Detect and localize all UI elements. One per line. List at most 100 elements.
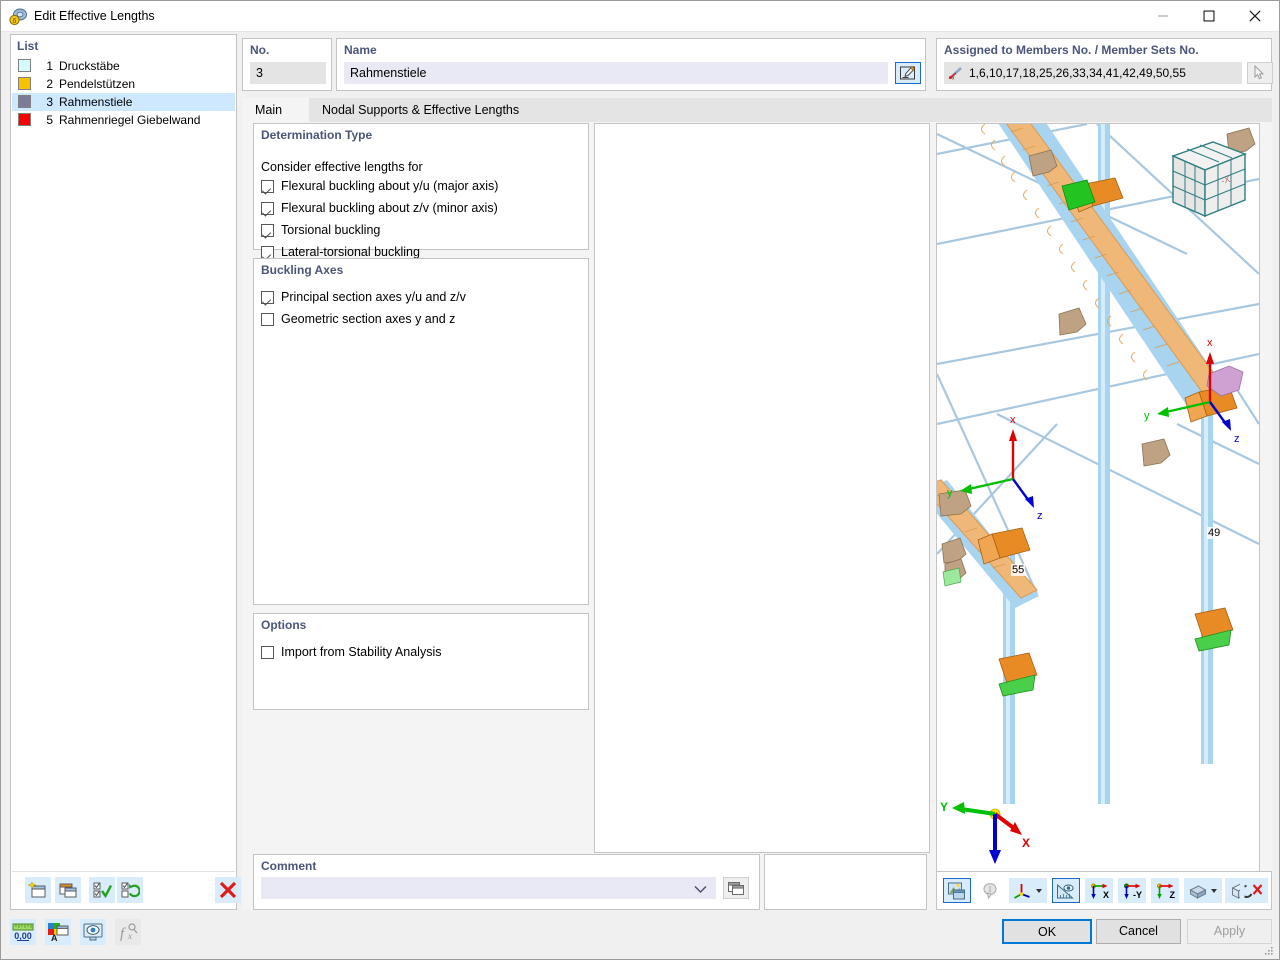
list-panel: List 1 Druckstäbe 2 Pendelstützen 3 Rahmens…: [10, 34, 241, 910]
view-x-button[interactable]: X: [1085, 878, 1113, 903]
comment-input[interactable]: [261, 877, 716, 899]
list-items[interactable]: 1 Druckstäbe 2 Pendelstützen 3 Rahmenstiele…: [12, 57, 235, 871]
checkbox-lateral-torsional-buckling-label: Lateral-torsional buckling: [281, 245, 420, 259]
tab-main[interactable]: Main: [242, 98, 309, 122]
checkbox-torsional-buckling-label: Torsional buckling: [281, 223, 381, 237]
name-input[interactable]: [344, 62, 888, 84]
svg-text:x: x: [952, 76, 955, 82]
no-field-group: No.: [242, 38, 332, 91]
list-header: List: [17, 39, 39, 53]
view-x-caption: X: [1102, 890, 1109, 900]
checkbox-flexural-buckling-zv[interactable]: [261, 202, 274, 215]
no-input[interactable]: [250, 62, 326, 84]
apply-button: Apply: [1187, 919, 1272, 944]
chevron-down-icon[interactable]: [694, 883, 707, 897]
checkbox-import-from-stability-analysis[interactable]: [261, 646, 274, 659]
member-number-label: 49: [1207, 527, 1222, 539]
view-z-button[interactable]: Z: [1151, 878, 1179, 903]
list-item[interactable]: 1 Druckstäbe: [12, 57, 235, 75]
check-all-button[interactable]: [89, 877, 115, 903]
checkbox-principal-section-axes[interactable]: [261, 291, 274, 304]
title-bar: 6 Edit Effective Lengths: [1, 1, 1279, 32]
svg-text:X: X: [1022, 836, 1030, 850]
color-swatch: [18, 59, 31, 72]
checkbox-flexural-buckling-zv-label: Flexural buckling about z/v (minor axis): [281, 201, 498, 215]
svg-text:f: f: [120, 926, 126, 942]
buckling-axes-group: Buckling Axes Principal section axes y/u…: [253, 258, 589, 605]
svg-text:A: A: [51, 933, 58, 942]
chevron-down-icon[interactable]: [1036, 888, 1042, 893]
checkbox-torsional-buckling[interactable]: [261, 224, 274, 237]
view-settings-button[interactable]: [80, 919, 106, 945]
copy-item-button[interactable]: [55, 877, 81, 903]
axes-display-button[interactable]: [1009, 878, 1047, 903]
view3d-toolbar: I X -Y Z: [936, 871, 1272, 910]
list-item-number: 2: [46, 77, 53, 91]
model-3d-graphic[interactable]: -X x y z x y z Y X: [937, 124, 1259, 886]
comment-side-panel: [764, 854, 927, 910]
list-item[interactable]: 5 Rahmenriegel Giebelwand: [12, 111, 235, 129]
cancel-button[interactable]: Cancel: [1096, 919, 1181, 944]
minimize-button[interactable]: [1140, 1, 1186, 31]
comment-list-icon[interactable]: [723, 877, 749, 899]
svg-text:x: x: [127, 931, 132, 941]
measure-button[interactable]: [1052, 878, 1080, 903]
checkbox-geometric-section-axes[interactable]: [261, 313, 274, 326]
model-3d-scene[interactable]: -X x y z x y z Y X 55 49: [937, 124, 1259, 886]
effective-lengths-icon: 6: [9, 7, 28, 26]
assigned-label: Assigned to Members No. / Member Sets No…: [944, 43, 1199, 57]
svg-text:I: I: [989, 885, 992, 894]
assigned-members-input[interactable]: [944, 62, 1242, 84]
list-item-number: 5: [46, 113, 53, 127]
svg-text:0,00: 0,00: [14, 931, 32, 941]
checkbox-flexural-buckling-yu[interactable]: [261, 180, 274, 193]
color-swatch: [18, 113, 31, 126]
maximize-button[interactable]: [1186, 1, 1232, 31]
info-button: I: [976, 878, 1004, 903]
invert-selection-button[interactable]: [117, 877, 143, 903]
assigned-members-group: Assigned to Members No. / Member Sets No…: [936, 38, 1273, 91]
checkbox-import-from-stability-analysis-label: Import from Stability Analysis: [281, 645, 442, 659]
settings-column: Determination Type Consider effective le…: [253, 123, 589, 853]
close-button[interactable]: [1232, 1, 1278, 31]
determination-type-group: Determination Type Consider effective le…: [253, 123, 589, 332]
window-title: Edit Effective Lengths: [34, 9, 155, 23]
ok-button[interactable]: OK: [1002, 919, 1092, 944]
clear-selection-button[interactable]: [1240, 878, 1268, 903]
view-y-button[interactable]: -Y: [1118, 878, 1146, 903]
checkbox-flexural-buckling-yu-label: Flexural buckling about y/u (major axis): [281, 179, 499, 193]
list-item-label: Druckstäbe: [59, 59, 120, 73]
svg-text:y: y: [947, 487, 953, 499]
render-mode-button[interactable]: [943, 878, 971, 903]
view-z-caption: Z: [1169, 890, 1176, 900]
tab-strip: Main Nodal Supports & Effective Lengths: [242, 98, 1272, 122]
svg-text:Y: Y: [940, 800, 948, 814]
svg-text:z: z: [1037, 510, 1043, 522]
delete-item-button[interactable]: [215, 877, 241, 903]
chevron-down-icon[interactable]: [1211, 888, 1217, 893]
model-3d-view[interactable]: -X x y z x y z Y X 55 49: [936, 123, 1260, 887]
checkbox-principal-section-axes-label: Principal section axes y/u and z/v: [281, 290, 466, 304]
tab-content-main: Determination Type Consider effective le…: [242, 122, 1272, 910]
no-label: No.: [250, 43, 270, 57]
svg-text:6: 6: [13, 18, 17, 25]
list-item-number: 3: [46, 95, 53, 109]
member-axis-icon: x: [948, 66, 964, 82]
display-properties-button[interactable]: A: [45, 919, 71, 945]
checkbox-geometric-section-axes-label: Geometric section axes y and z: [281, 312, 456, 326]
bottom-bar: 0,00 A f x OK Cancel Apply: [1, 911, 1279, 959]
list-item[interactable]: 2 Pendelstützen: [12, 75, 235, 93]
resize-grip[interactable]: [1264, 945, 1274, 955]
edit-effective-lengths-dialog: 6 Edit Effective Lengths List 1 Druckstäb…: [0, 0, 1280, 960]
new-item-button[interactable]: [25, 877, 51, 903]
pencil-edit-icon[interactable]: [895, 62, 921, 84]
select-in-graphic-icon[interactable]: [1247, 62, 1273, 84]
tab-nodal-supports-effective-lengths[interactable]: Nodal Supports & Effective Lengths: [309, 98, 519, 122]
svg-text:y: y: [1144, 410, 1150, 422]
units-button[interactable]: 0,00: [10, 919, 36, 945]
view-style-button[interactable]: [1184, 878, 1222, 903]
name-field-group: Name: [336, 38, 926, 91]
detail-panel: [594, 123, 930, 853]
list-item-selected[interactable]: 3 Rahmenstiele: [12, 93, 235, 111]
svg-text:z: z: [1234, 433, 1240, 445]
